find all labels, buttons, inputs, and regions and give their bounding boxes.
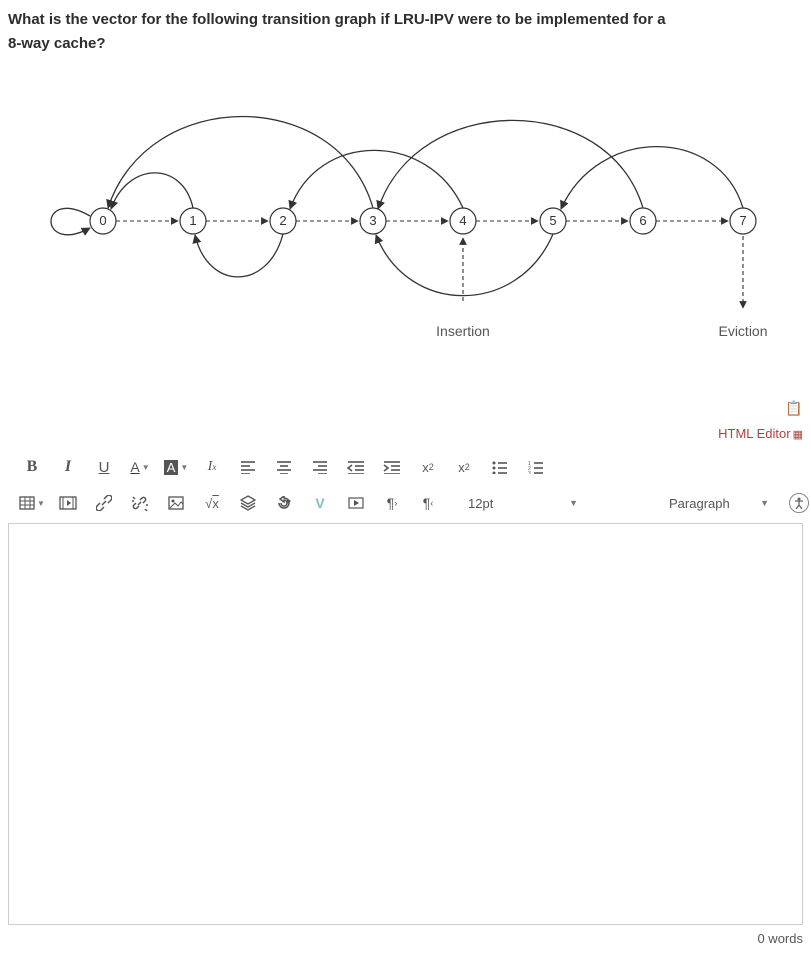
transition-graph: 0 1 2 3 4 5 6 7 Insertion <box>8 66 803 356</box>
unlink-button[interactable] <box>126 489 154 517</box>
align-center-button[interactable] <box>270 453 298 481</box>
font-size-value: 12pt <box>468 496 493 511</box>
rtl-button[interactable]: ¶‹ <box>414 489 442 517</box>
editor-toolbar-row1: B I U A▼ A▼ Ix x2 x2 123 <box>8 447 803 483</box>
node-0: 0 <box>99 213 106 228</box>
ltr-button[interactable]: ¶› <box>378 489 406 517</box>
font-size-select[interactable]: 12pt ▼ <box>462 490 584 516</box>
editor-content-area[interactable] <box>8 523 803 925</box>
rich-text-editor: HTML Editor▦ B I U A▼ A▼ Ix x2 x2 123 <box>8 426 803 946</box>
align-left-button[interactable] <box>234 453 262 481</box>
word-count: 0 words <box>8 931 803 946</box>
node-5: 5 <box>549 213 556 228</box>
node-6: 6 <box>639 213 646 228</box>
html-editor-toggle[interactable]: HTML Editor▦ <box>8 426 803 441</box>
math-button[interactable]: √x <box>198 489 226 517</box>
text-color-button[interactable]: A▼ <box>126 453 154 481</box>
table-button[interactable]: ▼ <box>18 489 46 517</box>
html-editor-label: HTML Editor <box>718 426 790 441</box>
question-line2: 8-way cache? <box>8 35 106 52</box>
block-format-value: Paragraph <box>669 496 730 511</box>
subscript-button[interactable]: x2 <box>450 453 478 481</box>
block-format-select[interactable]: Paragraph ▼ <box>663 490 775 516</box>
redo-button[interactable] <box>270 489 298 517</box>
insert-down-button[interactable]: V <box>306 489 334 517</box>
outdent-button[interactable] <box>342 453 370 481</box>
editor-toolbar-row2: ▼ √x V ¶› ¶‹ 12pt ▼ P <box>8 483 811 519</box>
image-button[interactable] <box>162 489 190 517</box>
bullet-list-button[interactable] <box>486 453 514 481</box>
numbered-list-button[interactable]: 123 <box>522 453 550 481</box>
media-button[interactable] <box>54 489 82 517</box>
node-2: 2 <box>279 213 286 228</box>
indent-button[interactable] <box>378 453 406 481</box>
html-editor-icon: ▦ <box>793 429 803 441</box>
node-1: 1 <box>189 213 196 228</box>
question-line1: What is the vector for the following tra… <box>8 11 666 28</box>
chevron-down-icon: ▼ <box>569 498 578 508</box>
insertion-label: Insertion <box>436 323 490 339</box>
question-text: What is the vector for the following tra… <box>8 8 803 56</box>
bg-color-button[interactable]: A▼ <box>162 453 190 481</box>
svg-text:3: 3 <box>528 471 531 474</box>
bold-button[interactable]: B <box>18 453 46 481</box>
chevron-down-icon: ▼ <box>760 498 769 508</box>
link-button[interactable] <box>90 489 118 517</box>
node-3: 3 <box>369 213 376 228</box>
clear-format-button[interactable]: Ix <box>198 453 226 481</box>
superscript-button[interactable]: x2 <box>414 453 442 481</box>
node-7: 7 <box>739 213 746 228</box>
video-button[interactable] <box>342 489 370 517</box>
align-right-button[interactable] <box>306 453 334 481</box>
italic-button[interactable]: I <box>54 453 82 481</box>
clipboard-icon[interactable]: 📋 <box>785 400 801 416</box>
layers-button[interactable] <box>234 489 262 517</box>
node-4: 4 <box>459 213 466 228</box>
accessibility-button[interactable] <box>789 493 809 513</box>
underline-button[interactable]: U <box>90 453 118 481</box>
eviction-label: Eviction <box>718 323 767 339</box>
